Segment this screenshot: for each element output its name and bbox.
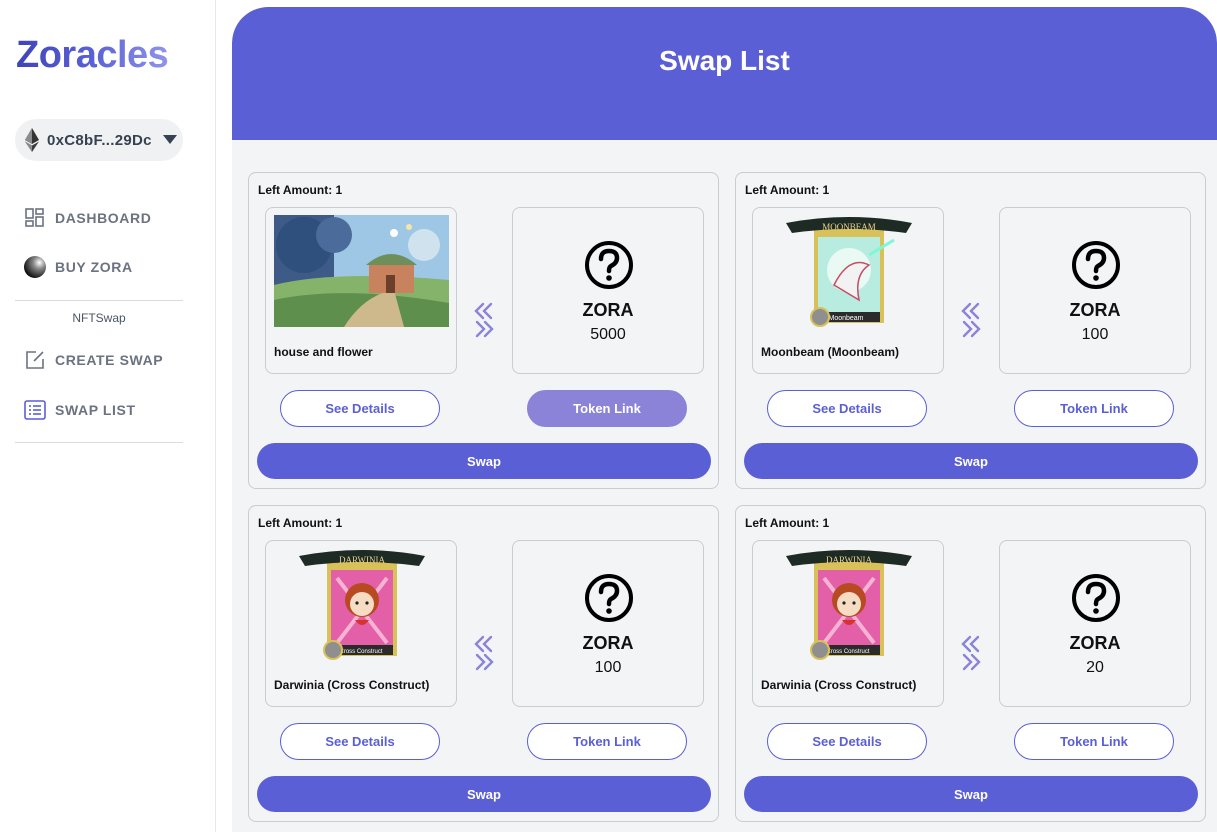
nft-name: house and flower	[274, 345, 373, 359]
token-amount: 5000	[590, 326, 626, 343]
card-caption-text: Cross Construct	[339, 649, 382, 655]
nft-image: DARWINIA Cross Construct	[761, 548, 936, 660]
swap-card: Left Amount: 1 MOONBEAM Moonbeam Moonbea…	[735, 172, 1206, 489]
question-circle-icon	[1072, 574, 1120, 622]
question-circle-icon	[1072, 241, 1120, 289]
card-caption-text: Moonbeam	[828, 315, 863, 322]
token-preview[interactable]: ZORA 100	[999, 207, 1191, 374]
swap-button[interactable]: Swap	[744, 443, 1198, 479]
token-link-button[interactable]: Token Link	[1014, 723, 1174, 760]
question-circle-icon	[585, 574, 633, 622]
chevron-down-icon	[163, 135, 177, 144]
swap-card: Left Amount: 1 DARWINIA Cross Construct	[735, 505, 1206, 822]
token-symbol: ZORA	[582, 300, 634, 320]
token-preview[interactable]: ZORA 20	[999, 540, 1191, 707]
ethereum-icon	[25, 128, 39, 152]
sidebar-item-label: BUY ZORA	[55, 259, 133, 275]
card-caption-text: Cross Construct	[826, 649, 869, 655]
sidebar-divider	[15, 442, 183, 443]
edit-square-icon	[24, 349, 46, 371]
token-amount: 100	[1081, 326, 1109, 343]
see-details-button[interactable]: See Details	[280, 390, 440, 427]
list-icon	[24, 399, 46, 421]
token-amount: 100	[594, 659, 622, 676]
page-header: Swap List	[232, 7, 1217, 140]
token-preview[interactable]: ZORA 100	[512, 540, 704, 707]
nft-preview[interactable]: DARWINIA Cross Construct Darwinia (Cross…	[752, 540, 944, 707]
left-amount: Left Amount: 1	[258, 183, 343, 197]
sidebar: Zoracles 0xC8bF...29Dc DASHBOARD BUY ZOR…	[0, 0, 216, 832]
swap-button[interactable]: Swap	[257, 443, 711, 479]
sidebar-item-create-swap[interactable]: CREATE SWAP	[24, 349, 163, 371]
sidebar-divider	[15, 300, 183, 301]
see-details-button[interactable]: See Details	[280, 723, 440, 760]
swap-arrows-icon	[960, 301, 982, 339]
section-label: NFTSwap	[72, 311, 126, 325]
main-panel: Swap List Left Amount: 1 house and flowe…	[232, 7, 1217, 832]
zora-orb-icon	[24, 256, 46, 278]
page-title: Swap List	[659, 45, 790, 76]
sidebar-item-dashboard[interactable]: DASHBOARD	[24, 207, 151, 229]
nft-image: MOONBEAM Moonbeam	[761, 215, 936, 327]
nft-name: Moonbeam (Moonbeam)	[761, 345, 899, 359]
swap-card: Left Amount: 1 house and flower ZORA 500…	[248, 172, 719, 489]
token-amount: 20	[1086, 659, 1104, 676]
nft-name: Darwinia (Cross Construct)	[761, 678, 917, 692]
nft-preview[interactable]: house and flower	[265, 207, 457, 374]
left-amount: Left Amount: 1	[258, 516, 343, 530]
app-logo[interactable]: Zoracles	[16, 34, 169, 77]
swap-button[interactable]: Swap	[744, 776, 1198, 812]
left-amount: Left Amount: 1	[745, 516, 830, 530]
question-circle-icon	[585, 241, 633, 289]
sidebar-item-buy-zora[interactable]: BUY ZORA	[24, 256, 133, 278]
nft-name: Darwinia (Cross Construct)	[274, 678, 430, 692]
left-amount: Left Amount: 1	[745, 183, 830, 197]
token-preview[interactable]: ZORA 5000	[512, 207, 704, 374]
wallet-selector[interactable]: 0xC8bF...29Dc	[15, 119, 183, 161]
nft-image	[274, 215, 449, 327]
card-banner-text: DARWINIA	[339, 555, 385, 565]
dashboard-grid-icon	[24, 207, 46, 229]
wallet-address: 0xC8bF...29Dc	[47, 131, 152, 149]
see-details-button[interactable]: See Details	[767, 723, 927, 760]
swap-card: Left Amount: 1 DARWINIA Cross Construct	[248, 505, 719, 822]
nft-preview[interactable]: MOONBEAM Moonbeam Moonbeam (Moonbeam)	[752, 207, 944, 374]
card-banner-text: MOONBEAM	[822, 222, 876, 232]
swap-button[interactable]: Swap	[257, 776, 711, 812]
token-symbol: ZORA	[1069, 300, 1121, 320]
nft-image: DARWINIA Cross Construct	[274, 548, 449, 660]
see-details-button[interactable]: See Details	[767, 390, 927, 427]
swap-arrows-icon	[960, 634, 982, 672]
sidebar-item-label: CREATE SWAP	[55, 352, 164, 368]
token-symbol: ZORA	[582, 633, 634, 653]
nft-preview[interactable]: DARWINIA Cross Construct Darwinia (Cross…	[265, 540, 457, 707]
swap-arrows-icon	[473, 301, 495, 339]
card-banner-text: DARWINIA	[826, 555, 872, 565]
token-link-button[interactable]: Token Link	[1014, 390, 1174, 427]
sidebar-item-label: SWAP LIST	[55, 402, 136, 418]
token-link-button[interactable]: Token Link	[527, 723, 687, 760]
swap-arrows-icon	[473, 634, 495, 672]
sidebar-item-label: DASHBOARD	[55, 210, 152, 226]
token-link-button[interactable]: Token Link	[527, 390, 687, 427]
token-symbol: ZORA	[1069, 633, 1121, 653]
sidebar-item-swap-list[interactable]: SWAP LIST	[24, 399, 136, 421]
